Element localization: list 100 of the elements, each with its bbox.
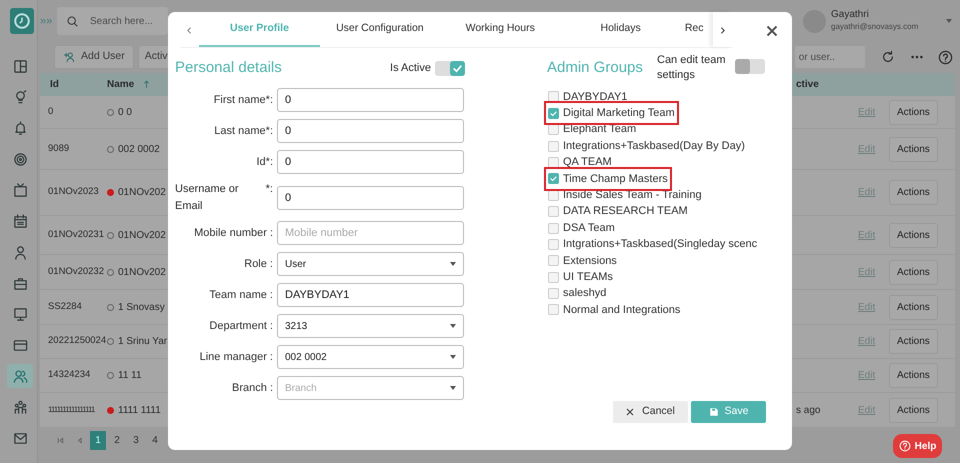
layout-icon [12,58,28,74]
logo-icon [10,8,34,34]
checkbox[interactable] [548,140,559,152]
group-option[interactable]: Intgrations+Taskbased(Singleday scenc [548,236,765,253]
table-cell-text: 20221250024 [48,334,106,348]
required-mark: *: [266,182,273,197]
checkbox[interactable] [548,238,559,250]
page-button[interactable]: 2 [109,431,125,450]
actions-button[interactable]: Actions [889,260,938,284]
help-icon[interactable] [938,50,953,64]
dropdown[interactable]: User [277,252,464,276]
dropdown[interactable]: 3213 [277,314,464,338]
caret-icon [450,262,456,266]
checkbox[interactable] [548,156,559,168]
field-label: Username or Email [175,182,240,214]
input-field[interactable]: DAYBYDAY1 [277,283,464,307]
search-field[interactable]: Search here... [57,7,168,35]
field-label: Mobile number : [193,226,274,241]
group-option[interactable]: DAYBYDAY1 [548,88,765,106]
table-cell-text: 01NOv202 [118,186,166,200]
column-header: Id [50,78,59,92]
section-title: Personal details [175,58,282,78]
target-icon [12,152,28,166]
field-label: Team name : [208,288,274,303]
input-field[interactable]: 0 [277,150,464,174]
column-header: ctive [796,78,819,92]
checkbox[interactable] [548,222,559,234]
checkbox[interactable] [548,108,559,119]
table-cell-text: 9089 [48,142,70,156]
input-field[interactable]: 0 [277,186,464,210]
monitor-icon [12,306,28,322]
tab[interactable]: User Configuration [320,12,440,47]
dropdown[interactable]: 002 0002 [277,345,464,369]
mail-icon [12,430,28,446]
actions-button[interactable]: Actions [889,329,938,354]
group-option[interactable]: DSA Team [548,220,765,236]
group-icon [12,400,28,414]
actions-button[interactable]: Actions [889,398,938,422]
card-icon [12,338,28,352]
checkbox[interactable] [548,304,559,316]
search-icon [66,15,79,28]
field-label: Line manager : [198,350,274,365]
input-field[interactable]: Mobile number [277,221,464,245]
group-option[interactable]: QA TEAM [548,154,765,171]
table-cell-text: 01NOv2023 [48,185,99,200]
actions-button[interactable]: Actions [889,180,938,205]
tab[interactable]: Holidays [560,12,681,47]
group-option[interactable]: saleshyd [548,285,765,302]
refresh-icon[interactable] [880,50,895,64]
table-cell-text: 01NOv20231 [48,228,104,242]
checkbox[interactable] [548,288,559,300]
field-label: First name*: [212,92,274,108]
caret-icon [450,355,456,359]
table-cell-text: 11 11 [118,369,142,383]
help-button[interactable]: Help [893,434,942,458]
cancel-button[interactable]: Cancel [613,401,688,423]
checkbox[interactable] [548,173,559,184]
group-option[interactable]: UI TEAMs [548,268,765,286]
check-icon [549,108,558,118]
column-header: Name [107,78,134,92]
add-user-button[interactable]: Add User [54,45,134,69]
group-option[interactable]: DATA RESEARCH TEAM [548,203,765,220]
actions-button[interactable]: Actions [889,363,938,388]
checkbox[interactable] [548,91,559,102]
table-cell-text: 002 0002 [118,142,160,156]
table-cell-text: 1111 1111 [118,404,161,418]
input-field[interactable]: 0 [277,88,464,112]
page-button[interactable]: 4 [147,431,163,450]
edit-settings-toggle[interactable] [735,59,765,74]
checkbox[interactable] [548,255,559,266]
group-option[interactable]: Time Champ Masters [548,170,668,188]
group-option[interactable]: Integrations+Taskbased(Day By Day) [548,138,765,154]
group-option[interactable]: Extensions [548,252,765,269]
checkbox[interactable] [548,124,559,136]
active-filter-button[interactable]: Activ [138,45,171,69]
tab[interactable]: Working Hours [440,12,560,47]
user-email: gayathri@snovasys.com [831,21,918,33]
group-option[interactable]: Normal and Integrations [548,302,765,318]
toggle-label: Is Active [390,60,431,76]
field-label: Last name*: [213,124,274,139]
table-cell-text: 01NOv202 [118,266,166,280]
field-label: Department : [208,318,274,334]
table-cell-text: 1 Snovasy [118,300,165,314]
checkbox[interactable] [548,272,559,283]
user-icon [12,244,28,260]
actions-button[interactable]: Actions [889,222,938,248]
input-field[interactable]: 0 [277,119,464,143]
page-button[interactable]: 1 [90,431,106,450]
actions-button[interactable]: Actions [889,294,938,320]
search-field[interactable]: or user.. [794,46,865,68]
group-option[interactable]: Digital Marketing Team [548,105,675,122]
help-icon [898,440,911,452]
sidebar-item[interactable] [7,364,33,388]
actions-button[interactable]: Actions [889,100,938,124]
page-button[interactable]: 3 [128,431,144,450]
tab[interactable]: Rec [680,12,713,47]
active-toggle[interactable] [435,60,465,76]
checkbox[interactable] [548,206,559,218]
table-cell-text: 0 0 [118,106,132,120]
actions-button[interactable]: Actions [889,136,938,162]
